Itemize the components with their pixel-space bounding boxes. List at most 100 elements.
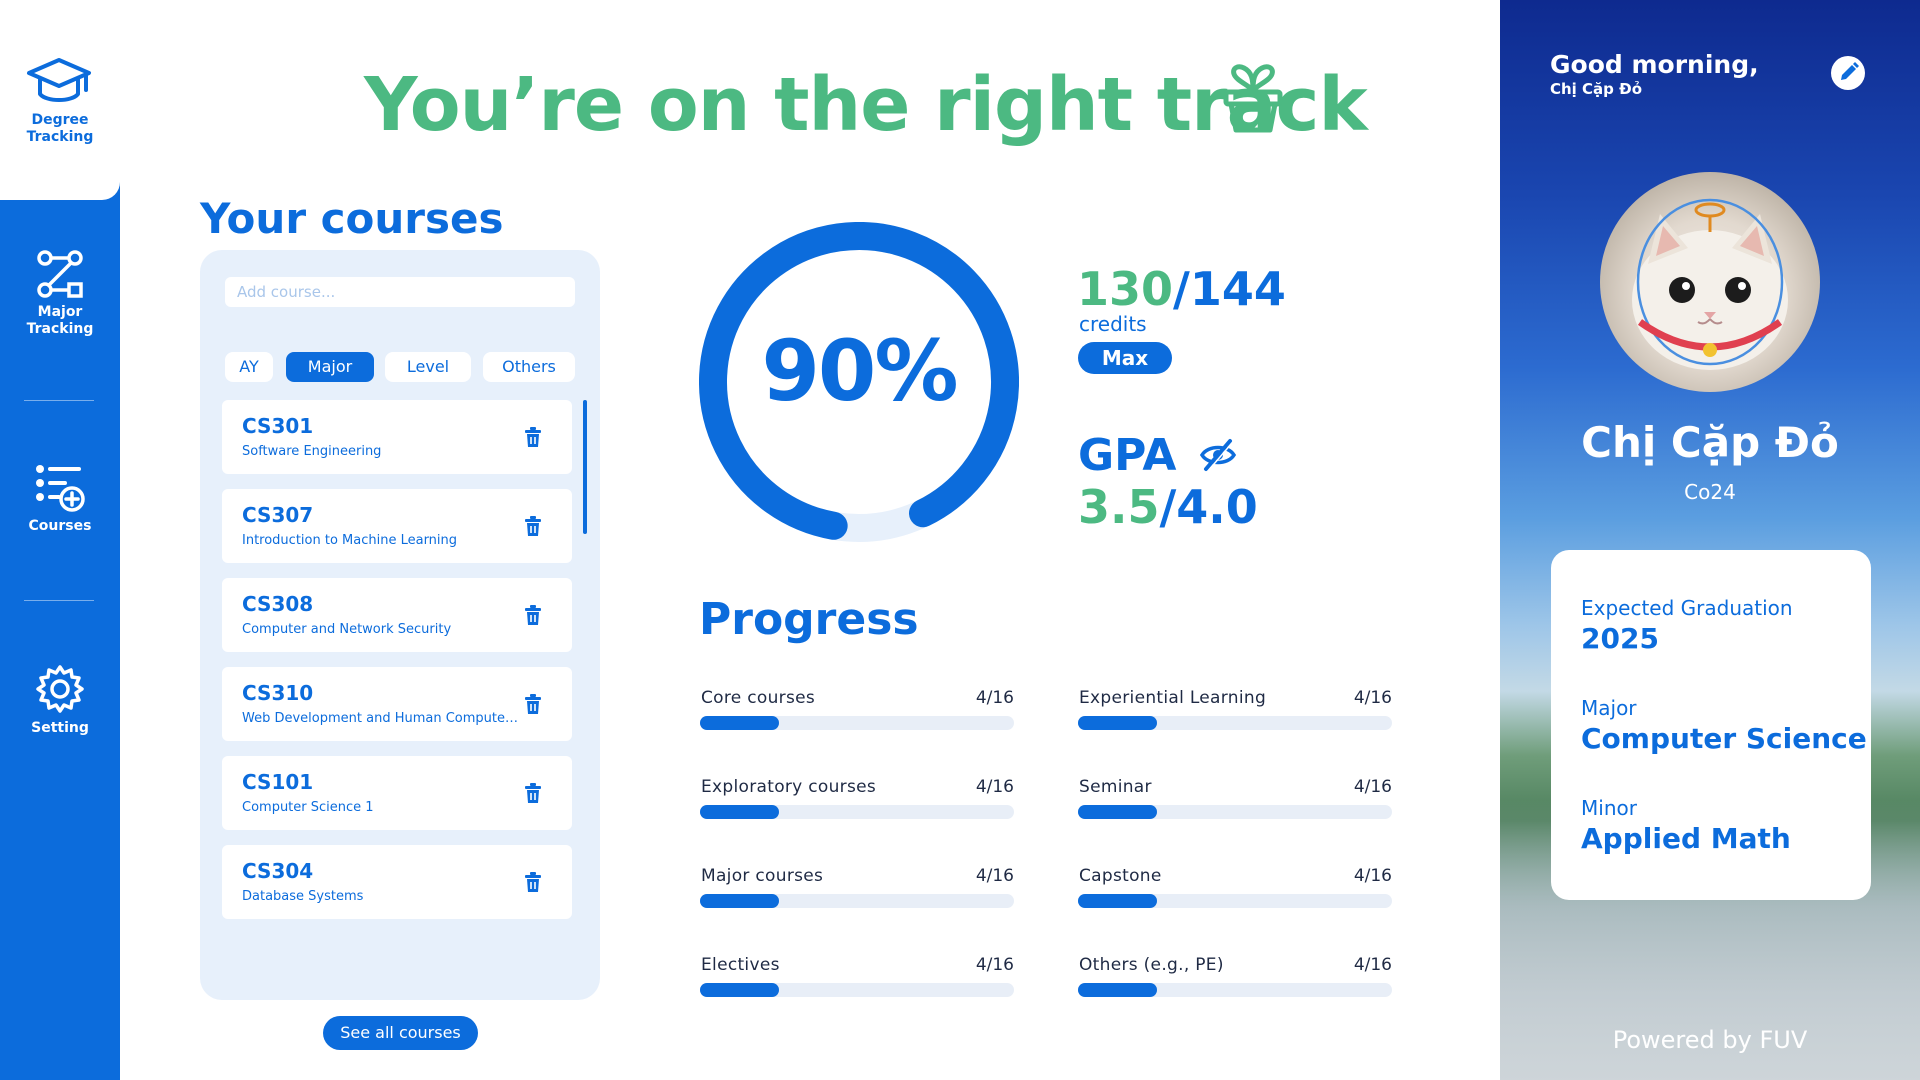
powered-by: Powered by FUV [1612, 1026, 1808, 1054]
trash-icon[interactable] [524, 871, 542, 893]
profile-name: Chị Cặp Đỏ [1581, 418, 1839, 467]
add-course-input[interactable] [225, 277, 575, 307]
progress-title: Progress [699, 594, 919, 645]
progress-fill [1078, 894, 1157, 908]
progress-track [1078, 983, 1392, 997]
courses-title: Your courses [200, 194, 504, 243]
progress-fill [700, 894, 779, 908]
courses-scrollbar[interactable] [583, 400, 587, 534]
course-card[interactable]: CS308 Computer and Network Security [222, 578, 572, 652]
gear-icon [36, 665, 84, 713]
filter-major[interactable]: Major [286, 352, 374, 382]
filter-others[interactable]: Others [483, 352, 575, 382]
progress-fill [1078, 983, 1157, 997]
profile-panel: Good morning, Chị Cặp Đỏ [1500, 0, 1920, 1080]
progress-label: Exploratory courses [701, 777, 877, 797]
expected-graduation-label: Expected Graduation [1581, 596, 1793, 620]
progress-label: Major courses [701, 866, 824, 886]
course-card[interactable]: CS310 Web Development and Human Computer … [222, 667, 572, 741]
nav-label-courses: Courses [28, 518, 92, 534]
progress-fill [700, 716, 779, 730]
course-card[interactable]: CS304 Database Systems [222, 845, 572, 919]
credits-earned: 130 [1077, 262, 1174, 316]
credits-total: /144 [1173, 262, 1286, 316]
progress-track [1078, 894, 1392, 908]
progress-count: 4/16 [1353, 688, 1392, 708]
nav-label-major-tracking: Major Tracking [26, 304, 94, 337]
expected-graduation-value: 2025 [1581, 622, 1659, 655]
progress-label: Experiential Learning [1079, 688, 1267, 708]
pencil-icon [1841, 62, 1859, 80]
hero-title: You’re on the right track [364, 62, 1368, 148]
course-card[interactable]: CS307 Introduction to Machine Learning [222, 489, 572, 563]
nav-item-major-tracking[interactable]: Major Tracking [0, 250, 120, 338]
course-name: Computer Science 1 [242, 800, 374, 815]
nav-item-courses[interactable]: Courses [0, 464, 120, 535]
gpa-max: /4.0 [1159, 480, 1258, 534]
progress-fill [1078, 805, 1157, 819]
brand[interactable]: Degree Tracking [0, 0, 120, 200]
trash-icon[interactable] [524, 515, 542, 537]
progress-label: Capstone [1079, 866, 1162, 886]
progress-track [1078, 805, 1392, 819]
courses-panel: AY Major Level Others CS301 Software Engi… [200, 250, 600, 1000]
courses-icon [36, 465, 85, 512]
progress-label: Core courses [701, 688, 816, 708]
course-code: CS310 [242, 681, 314, 705]
gpa-label: GPA [1078, 430, 1177, 481]
progress-track [1078, 716, 1392, 730]
progress-track [700, 894, 1014, 908]
trash-icon[interactable] [524, 693, 542, 715]
nav-item-setting[interactable]: Setting [0, 664, 120, 737]
progress-count: 4/16 [975, 955, 1014, 975]
trash-icon[interactable] [524, 426, 542, 448]
minor-value: Applied Math [1581, 822, 1791, 855]
progress-label: Electives [701, 955, 780, 975]
trash-icon[interactable] [524, 782, 542, 804]
course-card[interactable]: CS101 Computer Science 1 [222, 756, 572, 830]
major-value: Computer Science [1581, 722, 1867, 755]
progress-count: 4/16 [975, 777, 1014, 797]
course-code: CS308 [242, 592, 314, 616]
credits-value: 130/144 [1077, 262, 1286, 316]
course-code: CS101 [242, 770, 314, 794]
progress-track [700, 716, 1014, 730]
progress-fill [700, 983, 779, 997]
max-button[interactable]: Max [1078, 342, 1172, 374]
filter-ay[interactable]: AY [225, 352, 273, 382]
progress-fill [700, 805, 779, 819]
course-card[interactable]: CS301 Software Engineering [222, 400, 572, 474]
course-name: Computer and Network Security [242, 622, 452, 637]
see-all-courses-button[interactable]: See all courses [323, 1016, 478, 1050]
avatar [1600, 172, 1820, 392]
sidebar: Degree Tracking Major Tracking Courses S… [0, 0, 120, 1080]
progress-count: 4/16 [1353, 777, 1392, 797]
nav-divider [24, 400, 94, 401]
credits-label: credits [1079, 312, 1147, 336]
progress-count: 4/16 [1353, 866, 1392, 886]
course-name: Introduction to Machine Learning [242, 533, 458, 548]
progress-fill [1078, 716, 1157, 730]
course-name: Web Development and Human Computer Inter… [242, 711, 522, 726]
trash-icon[interactable] [524, 604, 542, 626]
course-code: CS304 [242, 859, 314, 883]
gpa-current: 3.5 [1078, 480, 1160, 534]
major-tracking-icon [37, 250, 83, 298]
graduation-cap-icon [27, 58, 91, 102]
major-label: Major [1581, 696, 1637, 720]
progress-track [700, 983, 1014, 997]
course-name: Software Engineering [242, 444, 382, 459]
edit-profile-button[interactable] [1831, 56, 1865, 90]
progress-label: Others (e.g., PE) [1079, 955, 1224, 975]
progress-count: 4/16 [975, 688, 1014, 708]
gpa-value: 3.5/4.0 [1078, 480, 1258, 534]
profile-cohort: Co24 [1684, 480, 1736, 504]
filter-level[interactable]: Level [385, 352, 471, 382]
progress-track [700, 805, 1014, 819]
greeting: Good morning, [1550, 50, 1759, 79]
plant-pot-icon [1223, 64, 1283, 133]
brand-label: Degree Tracking [26, 112, 94, 145]
cat-avatar-icon [1632, 198, 1788, 370]
eye-off-icon[interactable] [1200, 438, 1236, 472]
nav-label-setting: Setting [31, 720, 89, 736]
